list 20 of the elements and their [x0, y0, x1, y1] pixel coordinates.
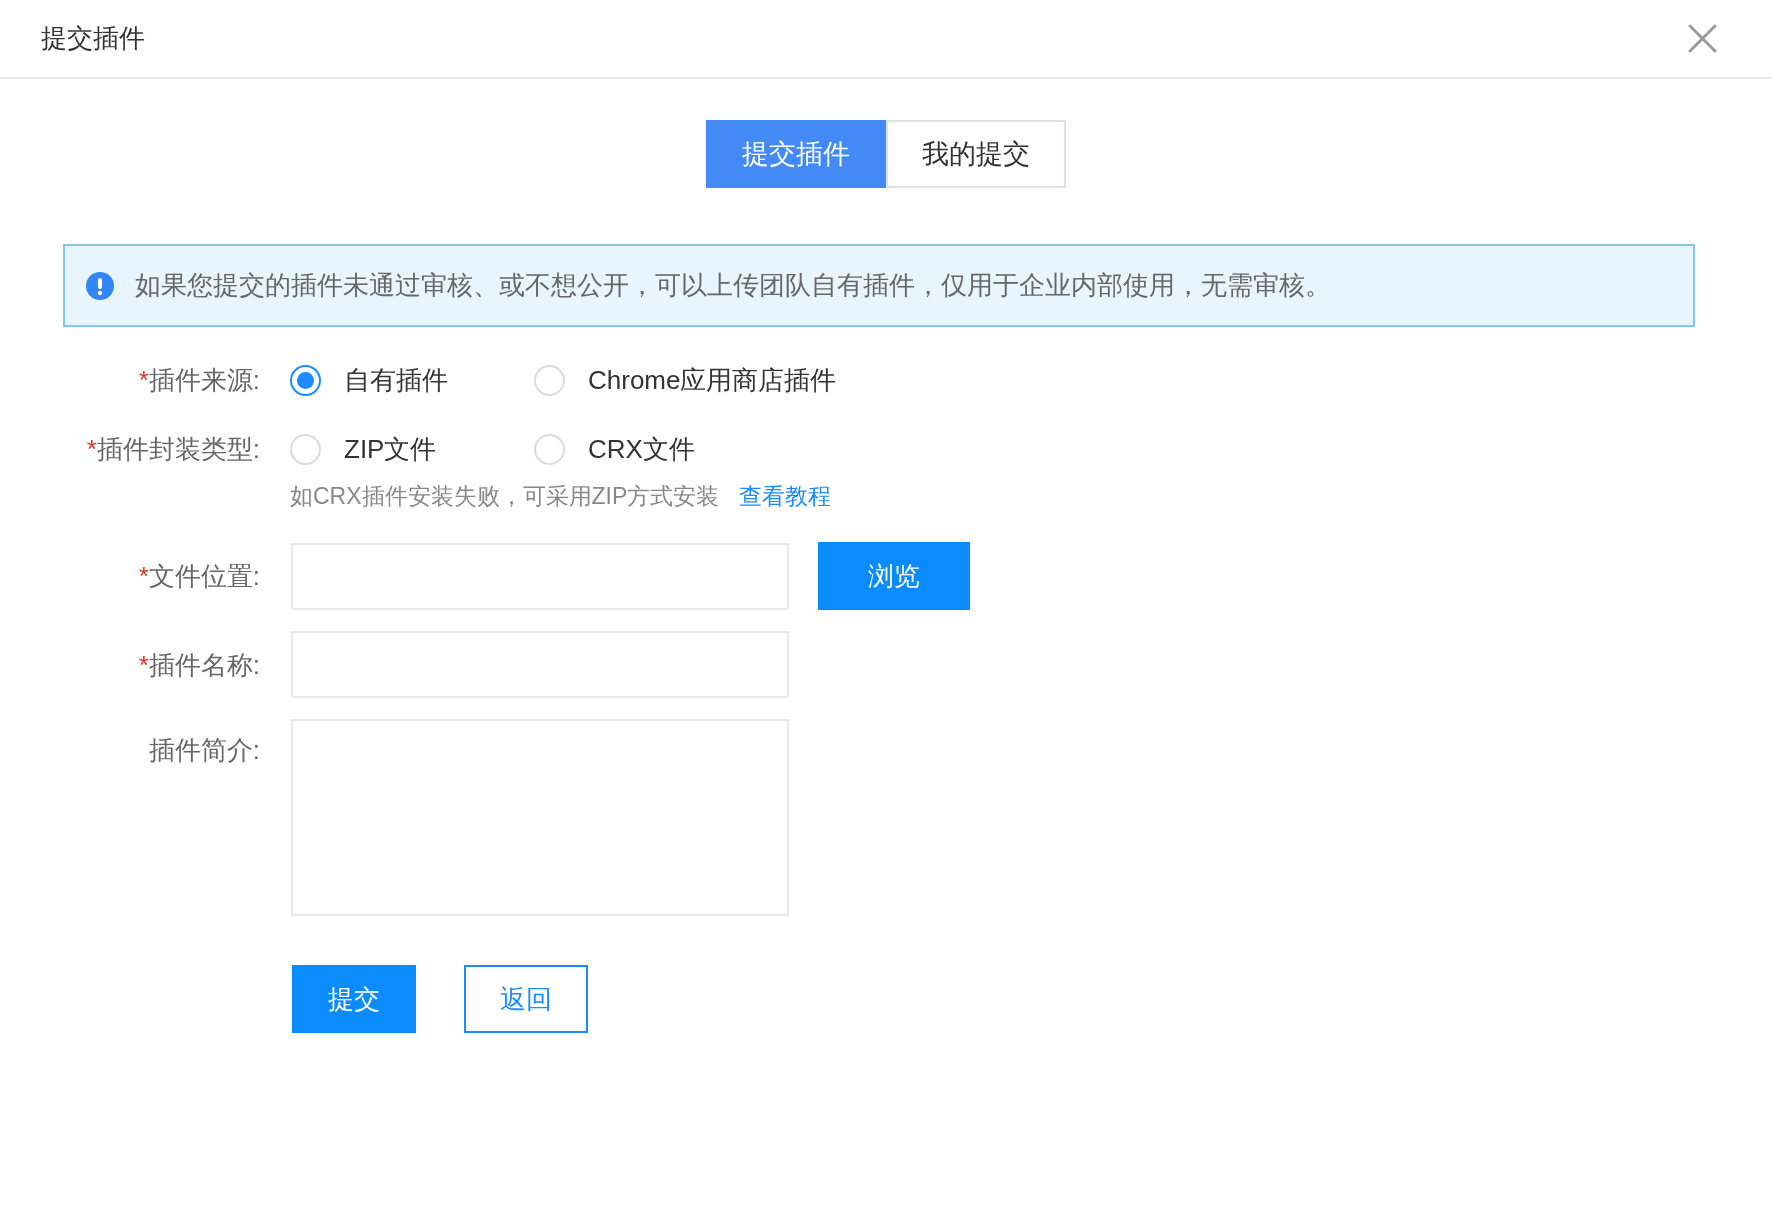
field-label: 插件来源:: [148, 364, 260, 397]
dialog-title: 提交插件: [41, 22, 145, 55]
radio-label[interactable]: Chrome应用商店插件: [588, 360, 837, 400]
radio-label[interactable]: 自有插件: [344, 360, 448, 400]
radio-button[interactable]: [290, 364, 321, 396]
field-label: 插件封装类型:: [96, 433, 260, 466]
required-asterisk: *: [138, 648, 149, 682]
required-asterisk: *: [86, 433, 97, 466]
notice-text: 如果您提交的插件未通过审核、或不想公开，可以上传团队自有插件，仅用于企业内部使用，无需审核。: [135, 269, 1331, 302]
required-asterisk: *: [138, 364, 149, 397]
info-icon: [86, 271, 114, 300]
required-asterisk: *: [138, 560, 149, 593]
radio-label[interactable]: ZIP文件: [344, 429, 437, 469]
hint-text: 如CRX插件安装失败，可采用ZIP方式安装: [290, 482, 720, 511]
radio-label[interactable]: CRX文件: [588, 429, 695, 469]
field-label: 文件位置:: [148, 560, 260, 593]
close-icon[interactable]: [1688, 24, 1717, 53]
field-label: 插件简介:: [148, 734, 260, 767]
tab[interactable]: 我的提交: [886, 120, 1066, 188]
field-label: 插件名称:: [148, 648, 260, 682]
